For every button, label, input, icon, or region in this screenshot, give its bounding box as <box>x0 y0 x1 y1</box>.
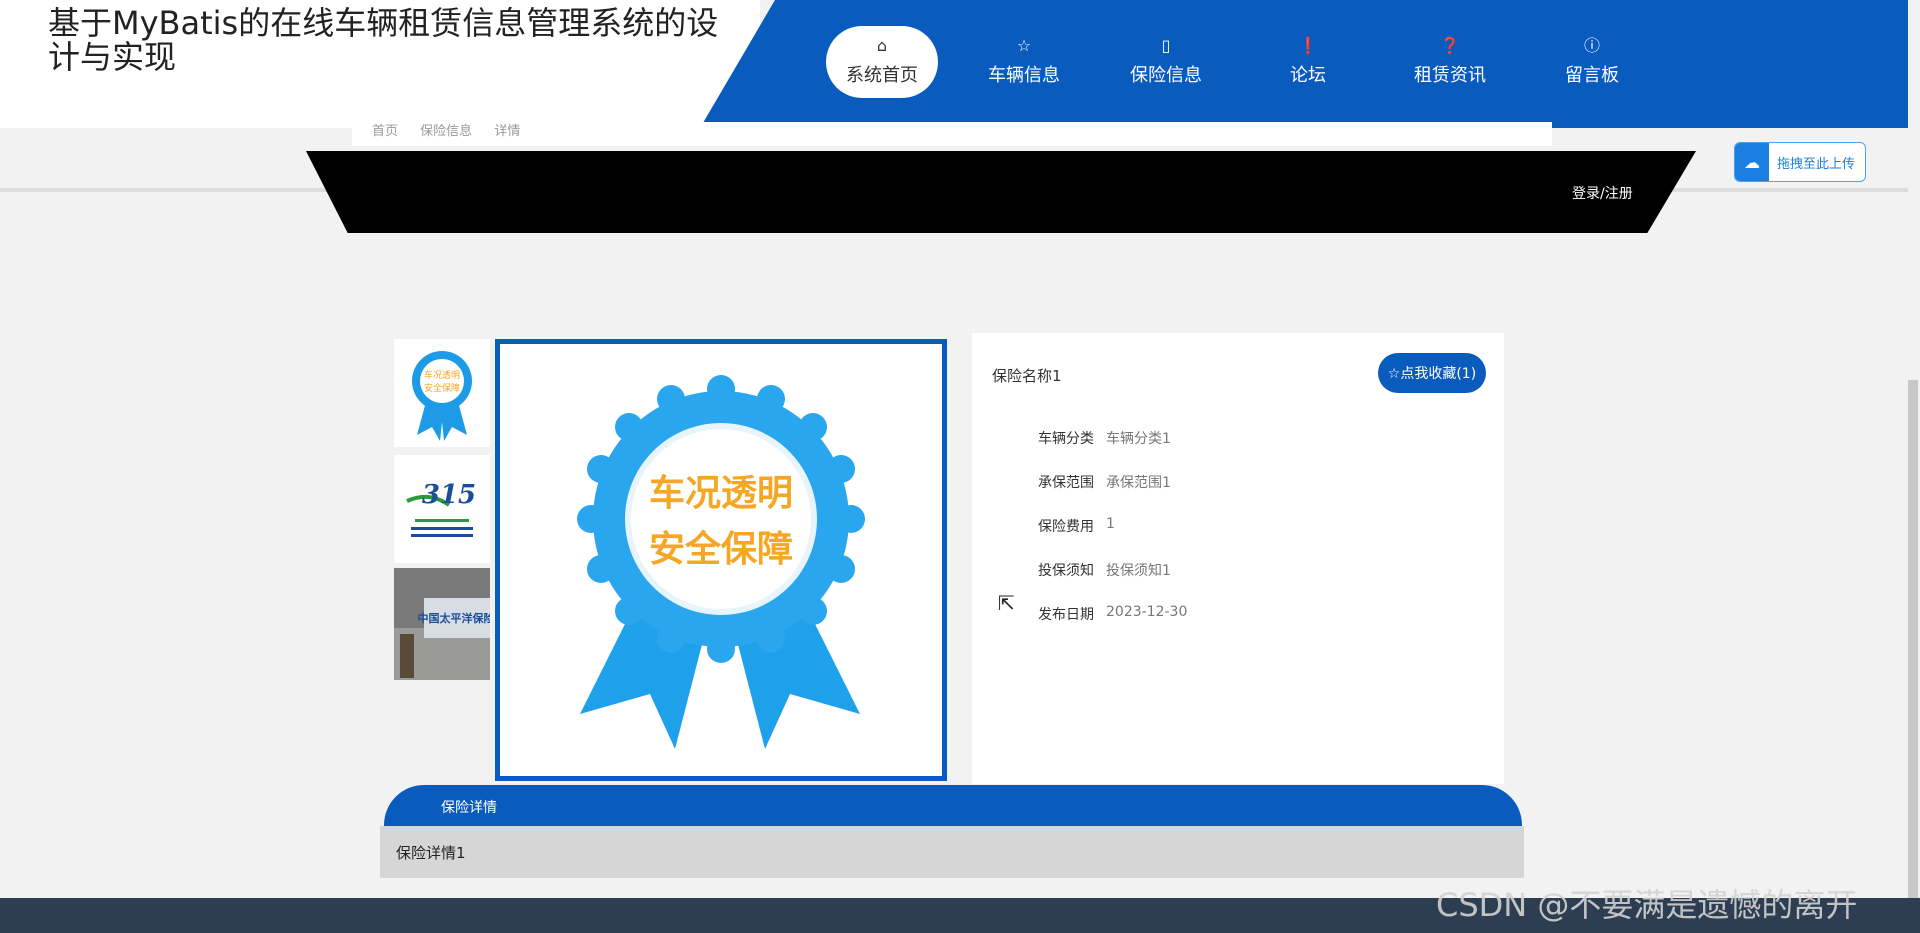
bag-icon: ▯ <box>1161 36 1171 55</box>
field-label: 承保范围 <box>1038 475 1094 491</box>
nav-label: 留言板 <box>1565 65 1619 86</box>
field-vehicle-category: 车辆分类 车辆分类1 <box>1028 428 1171 448</box>
upload-label: 拖拽至此上传 <box>1777 156 1856 172</box>
thumbnail-badge[interactable]: 车况透明 安全保障 <box>394 339 490 447</box>
thumbnail-office[interactable]: 中国太平洋保险 <box>394 568 490 680</box>
svg-text:车况透明: 车况透明 <box>424 369 460 381</box>
alert-icon: ❗ <box>1298 36 1318 55</box>
home-icon: ⌂ <box>876 36 888 55</box>
tab-insurance-detail[interactable]: 保险详情 <box>441 797 497 817</box>
field-value: 承保范围1 <box>1106 475 1171 491</box>
field-value: 2023-12-30 <box>1106 604 1188 620</box>
nav-label: 论坛 <box>1290 65 1326 86</box>
breadcrumb-current: 详情 <box>494 124 521 139</box>
field-label: 发布日期 <box>1038 607 1094 623</box>
cloud-upload-icon: ☁ <box>1735 143 1769 181</box>
breadcrumb: 首页 保险信息 详情 <box>352 122 1552 146</box>
nav-item-news[interactable]: ❓ 租赁资讯 <box>1394 26 1506 98</box>
svg-text:安全保障: 安全保障 <box>424 382 460 394</box>
office-photo-image: 中国太平洋保险 <box>394 568 490 680</box>
nav-item-home[interactable]: ⌂ 系统首页 <box>826 26 938 98</box>
field-label: 保险费用 <box>1038 519 1094 535</box>
field-value: 投保须知1 <box>1106 563 1171 579</box>
breadcrumb-home[interactable]: 首页 <box>372 124 398 139</box>
nav-label: 租赁资讯 <box>1414 65 1486 86</box>
field-fee: 保险费用 1 <box>1028 516 1115 536</box>
login-register-link[interactable]: 登录/注册 <box>1572 183 1633 203</box>
favorite-button[interactable]: ☆点我收藏(1) <box>1378 353 1486 393</box>
logo-315-image: 315 <box>406 480 476 537</box>
scrollbar[interactable] <box>1908 380 1918 900</box>
detail-content: 保险详情1 <box>380 826 1524 878</box>
svg-text:车况透明: 车况透明 <box>649 473 793 514</box>
nav-item-insurance[interactable]: ▯ 保险信息 <box>1110 26 1222 98</box>
info-icon: ⓘ <box>1583 36 1600 55</box>
star-icon: ☆ <box>1016 36 1032 55</box>
watermark: CSDN @不要满是遗憾的离开 <box>1436 886 1858 924</box>
nav-label: 保险信息 <box>1130 65 1202 86</box>
field-label: 投保须知 <box>1038 563 1094 579</box>
insurance-info-card: 保险名称1 ☆点我收藏(1) 车辆分类 车辆分类1 承保范围 承保范围1 保险费… <box>972 333 1504 784</box>
upload-button[interactable]: ☁ 拖拽至此上传 <box>1734 142 1866 182</box>
svg-text:中国太平洋保险: 中国太平洋保险 <box>418 611 491 625</box>
site-title: 基于MyBatis的在线车辆租赁信息管理系统的设计与实现 <box>48 4 719 76</box>
mouse-cursor-icon: ⇱ <box>998 591 1015 615</box>
main-nav: ⌂ 系统首页 ☆ 车辆信息 ▯ 保险信息 ❗ 论坛 ❓ 租赁资讯 ⓘ 留言板 <box>826 26 1678 98</box>
banner-bar <box>306 151 1696 233</box>
field-coverage: 承保范围 承保范围1 <box>1028 472 1171 492</box>
badge-thumb-image: 车况透明 安全保障 <box>412 351 472 441</box>
detail-tab-header: 保险详情 <box>384 785 1522 827</box>
field-value: 1 <box>1106 516 1115 532</box>
insurance-name: 保险名称1 <box>992 367 1062 385</box>
field-publish-date: 发布日期 2023-12-30 <box>1028 604 1187 624</box>
nav-item-vehicles[interactable]: ☆ 车辆信息 <box>968 26 1080 98</box>
title-area: 基于MyBatis的在线车辆租赁信息管理系统的设计与实现 <box>0 0 760 128</box>
nav-item-messages[interactable]: ⓘ 留言板 <box>1536 26 1648 98</box>
detail-text: 保险详情1 <box>396 844 466 862</box>
nav-item-forum[interactable]: ❗ 论坛 <box>1252 26 1364 98</box>
field-notice: 投保须知 投保须知1 <box>1028 560 1171 580</box>
svg-text:安全保障: 安全保障 <box>649 528 793 570</box>
field-label: 车辆分类 <box>1038 431 1094 447</box>
main-product-image: 车况透明 安全保障 <box>495 339 947 781</box>
field-value: 车辆分类1 <box>1106 431 1171 447</box>
nav-label: 系统首页 <box>846 65 918 86</box>
question-icon: ❓ <box>1440 36 1460 55</box>
thumbnail-315[interactable]: 315 <box>394 455 490 563</box>
insurance-badge-image: 车况透明 安全保障 <box>577 375 865 749</box>
svg-text:315: 315 <box>422 480 476 510</box>
breadcrumb-section[interactable]: 保险信息 <box>420 124 472 139</box>
nav-label: 车辆信息 <box>988 65 1060 86</box>
